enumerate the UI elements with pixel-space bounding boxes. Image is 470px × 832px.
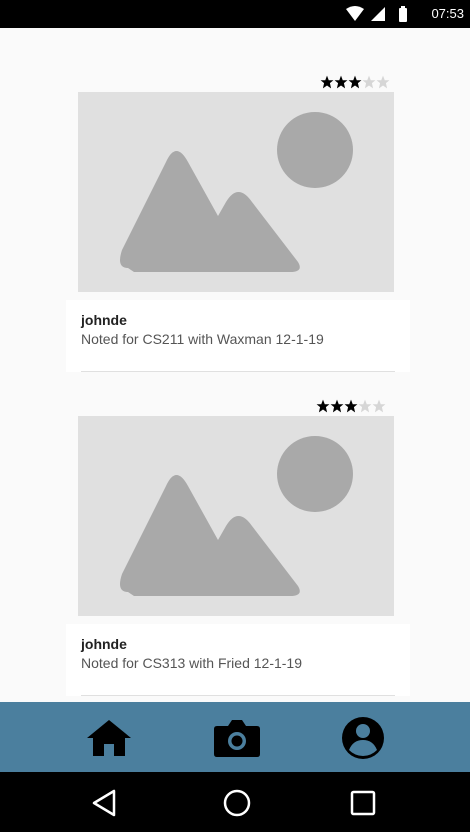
post-username[interactable]: johnde (81, 636, 127, 652)
status-icons (346, 6, 407, 22)
post-image[interactable] (78, 416, 394, 616)
back-icon (92, 789, 116, 817)
star-filled-icon (348, 75, 362, 89)
feed[interactable]: johnde Noted for CS211 with Waxman 12-1-… (0, 28, 470, 702)
post-description: Noted for CS313 with Fried 12-1-19 (81, 655, 302, 671)
battery-icon (399, 6, 407, 22)
post-caption: johnde Noted for CS313 with Fried 12-1-1… (66, 624, 410, 696)
star-empty-icon (358, 399, 372, 413)
star-filled-icon (344, 399, 358, 413)
system-home-button[interactable] (222, 788, 252, 818)
star-filled-icon (334, 75, 348, 89)
home-circle-icon (223, 789, 251, 817)
star-empty-icon (372, 399, 386, 413)
star-filled-icon (330, 399, 344, 413)
system-back-button[interactable] (90, 788, 120, 818)
star-rating (316, 399, 386, 413)
star-empty-icon (376, 75, 390, 89)
nav-camera-button[interactable] (213, 716, 261, 760)
star-empty-icon (362, 75, 376, 89)
recents-icon (350, 790, 376, 816)
nav-account-button[interactable] (339, 716, 387, 760)
system-nav-bar (0, 772, 470, 832)
camera-icon (214, 720, 260, 757)
star-filled-icon (316, 399, 330, 413)
post-description: Noted for CS211 with Waxman 12-1-19 (81, 331, 324, 347)
star-rating (320, 75, 390, 89)
nav-home-button[interactable] (85, 716, 133, 760)
image-placeholder-icon (120, 436, 353, 596)
status-time: 07:53 (431, 6, 464, 21)
post-username[interactable]: johnde (81, 312, 127, 328)
image-placeholder-icon (120, 112, 353, 272)
system-recents-button[interactable] (348, 788, 378, 818)
divider (81, 371, 395, 372)
bottom-nav (0, 702, 470, 772)
post-caption: johnde Noted for CS211 with Waxman 12-1-… (66, 300, 410, 372)
star-filled-icon (320, 75, 334, 89)
post-image[interactable] (78, 92, 394, 292)
home-icon (87, 720, 131, 756)
signal-icon (371, 7, 385, 21)
wifi-icon (346, 6, 364, 21)
status-bar: 07:53 (0, 0, 470, 28)
divider (81, 695, 395, 696)
account-icon (342, 717, 384, 759)
